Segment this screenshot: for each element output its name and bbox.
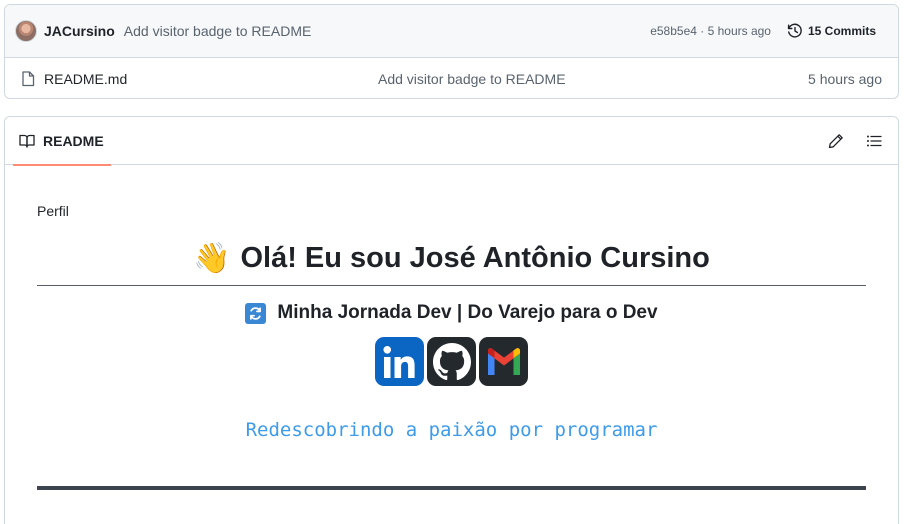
gmail-link[interactable] (479, 337, 528, 386)
pencil-icon (828, 133, 843, 148)
readme-content: Perfil 👋 Olá! Eu sou José Antônio Cursin… (5, 203, 898, 490)
readme-subtitle: Minha Jornada Dev | Do Varejo para o Dev (37, 302, 866, 324)
outline-button[interactable] (858, 125, 890, 157)
list-icon (867, 135, 882, 146)
file-commit-time: 5 hours ago (808, 70, 882, 87)
readme-subtitle-text: Minha Jornada Dev | Do Varejo para o Dev (277, 302, 658, 323)
perfil-text: Perfil (37, 203, 69, 219)
readme-divider (37, 486, 866, 490)
github-link[interactable] (427, 337, 476, 386)
file-icon (21, 70, 35, 87)
waving-hand-icon: 👋 (193, 242, 231, 275)
readme-tagline: Redescobrindo a paixão por programar (245, 419, 658, 441)
linkedin-link[interactable] (375, 337, 424, 386)
file-name-link[interactable]: README.md (44, 71, 376, 87)
file-commit-message-link[interactable]: Add visitor badge to README (378, 71, 566, 87)
commits-count: 15 Commits (807, 24, 876, 38)
book-icon (19, 134, 35, 148)
readme-tabs: README (5, 117, 898, 166)
commits-history-link[interactable]: 15 Commits (787, 23, 876, 39)
avatar[interactable] (15, 20, 37, 42)
gmail-icon (487, 347, 520, 375)
commit-sha-time[interactable]: e58b5e4 · 5 hours ago (650, 24, 771, 38)
latest-commit-header: JACursino Add visitor badge to README e5… (5, 5, 898, 58)
commit-author-link[interactable]: JACursino (44, 23, 115, 39)
social-links (37, 337, 866, 386)
tab-readme-label: README (43, 132, 104, 149)
github-icon (432, 342, 471, 380)
readme-heading-text: Olá! Eu sou José Antônio Cursino (240, 242, 710, 274)
tab-readme[interactable]: README (13, 117, 111, 166)
file-row[interactable]: README.md Add visitor badge to README 5 … (5, 58, 898, 98)
readme-box: README Perfil 👋 Olá! Eu sou José Antônio… (4, 116, 899, 524)
latest-commit-box: JACursino Add visitor badge to README e5… (4, 4, 899, 99)
history-icon (787, 23, 802, 38)
edit-file-button[interactable] (820, 125, 852, 157)
readme-heading: 👋 Olá! Eu sou José Antônio Cursino (37, 241, 866, 286)
commit-message-link[interactable]: Add visitor badge to README (124, 23, 312, 39)
linkedin-icon (382, 345, 415, 378)
arrows-cycle-icon (245, 302, 267, 324)
